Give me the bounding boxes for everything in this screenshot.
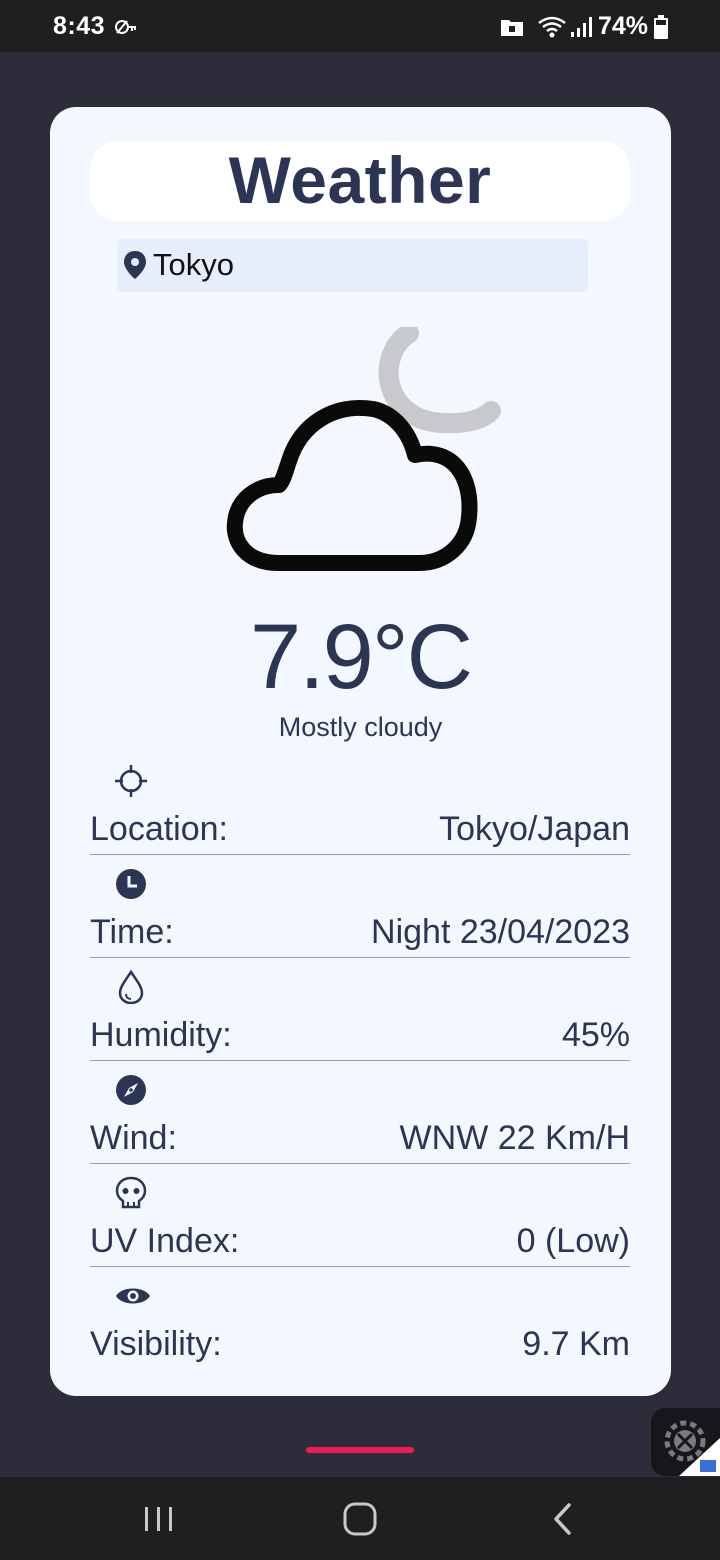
weather-condition: Mostly cloudy: [278, 712, 443, 742]
navigation-bar: [0, 1477, 720, 1560]
floating-tools-button[interactable]: [651, 1408, 720, 1476]
clock-icon: [114, 867, 148, 901]
detail-row-uv-index: UV Index: 0 (Low): [90, 1176, 630, 1279]
battery-icon: [654, 15, 668, 44]
divider: [90, 1266, 630, 1267]
page-indicator: [306, 1447, 414, 1453]
status-time: 8:43: [53, 12, 106, 40]
vpn-key-icon: [114, 18, 138, 41]
app-title: Weather: [228, 143, 492, 217]
detail-label: Wind:: [90, 1119, 177, 1157]
detail-label: Visibility:: [90, 1325, 222, 1363]
cloud-moon-icon: [223, 323, 503, 582]
detail-value: Night 23/04/2023: [371, 913, 630, 951]
detail-row-visibility: Visibility: 9.7 Km: [90, 1279, 630, 1382]
eye-icon: [114, 1279, 150, 1313]
folder-lock-icon: [500, 17, 524, 42]
detail-label: Humidity:: [90, 1016, 232, 1054]
crosshair-icon: [114, 764, 148, 798]
detail-value: 9.7 Km: [522, 1325, 630, 1363]
skull-icon: [114, 1176, 148, 1210]
detail-value: Tokyo/Japan: [439, 810, 630, 848]
detail-row-humidity: Humidity: 45%: [90, 969, 630, 1073]
home-button[interactable]: [340, 1499, 380, 1544]
detail-label: UV Index:: [90, 1222, 240, 1260]
weather-card: Weather Tokyo 7.9°C Mostly cloudy Locati…: [50, 107, 671, 1396]
temperature-value: 7.9°C: [249, 606, 473, 708]
divider: [90, 1163, 630, 1164]
detail-value: 0 (Low): [516, 1222, 630, 1260]
droplet-icon: [114, 969, 148, 1005]
compass-icon: [114, 1073, 148, 1107]
detail-label: Location:: [90, 810, 228, 848]
wifi-icon: [537, 15, 567, 44]
city-input-value: Tokyo: [153, 247, 234, 282]
divider: [90, 854, 630, 855]
location-pin-icon: [123, 250, 147, 285]
title-header: Weather: [90, 141, 630, 221]
detail-label: Time:: [90, 913, 174, 951]
city-search-input[interactable]: Tokyo: [117, 239, 588, 292]
detail-row-time: Time: Night 23/04/2023: [90, 867, 630, 970]
detail-row-location: Location: Tokyo/Japan: [90, 764, 630, 867]
status-bar: 8:43 74%: [0, 0, 720, 52]
back-button[interactable]: [546, 1499, 580, 1544]
recent-apps-button[interactable]: [142, 1499, 176, 1544]
divider: [90, 1060, 630, 1061]
battery-percent: 74%: [597, 12, 648, 40]
signal-icon: [570, 16, 594, 43]
detail-value: WNW 22 Km/H: [399, 1119, 630, 1157]
divider: [90, 957, 630, 958]
detail-row-wind: Wind: WNW 22 Km/H: [90, 1073, 630, 1176]
detail-value: 45%: [561, 1016, 630, 1054]
